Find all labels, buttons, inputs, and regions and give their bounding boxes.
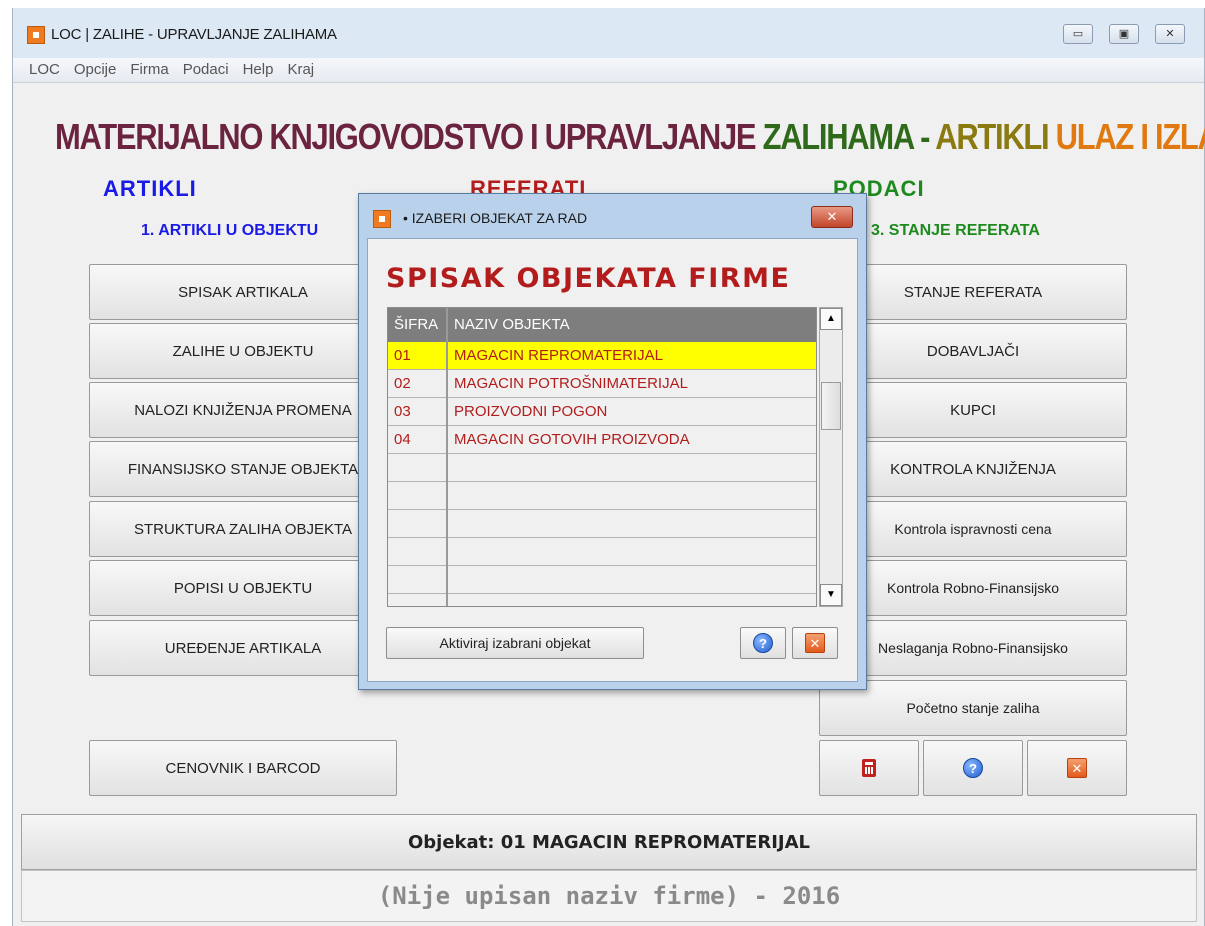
row-name: MAGACIN REPROMATERIJAL — [454, 347, 663, 364]
grid-scrollbar[interactable]: ▲ ▼ — [819, 307, 843, 607]
dialog-app-icon — [373, 210, 391, 228]
close-icon: ✕ — [805, 633, 825, 653]
row-name: MAGACIN GOTOVIH PROIZVODA — [454, 431, 690, 448]
headline-part-3: ULAZ I IZLAZ — [1055, 116, 1205, 157]
dialog-help-button[interactable]: ? — [740, 627, 786, 659]
help-icon: ? — [963, 758, 983, 778]
row-code: 03 — [394, 403, 411, 420]
struktura-zaliha-button[interactable]: STRUKTURA ZALIHA OBJEKTA — [89, 501, 397, 557]
subtitle-stanje-referata: 3. STANJE REFERATA — [871, 222, 1040, 239]
table-row[interactable]: 01 MAGACIN REPROMATERIJAL — [388, 342, 816, 370]
menu-item-kraj[interactable]: Kraj — [287, 58, 314, 82]
headline-part-1a: MATERIJALNO KNJIGOVODSTVO I UPRAVLJANJE — [55, 116, 763, 157]
objects-grid[interactable]: ŠIFRA NAZIV OBJEKTA 01 MAGACIN REPROMATE… — [387, 307, 817, 607]
empty-row[interactable] — [388, 454, 816, 482]
scroll-down-arrow[interactable]: ▼ — [820, 584, 842, 606]
headline-part-2: ARTIKLI — [935, 116, 1056, 157]
menu-item-help[interactable]: Help — [243, 58, 274, 82]
minimize-button[interactable]: ▭ — [1063, 24, 1093, 44]
table-row[interactable]: 03 PROIZVODNI POGON — [388, 398, 816, 426]
scroll-thumb[interactable] — [821, 382, 841, 430]
close-button[interactable]: ✕ — [1155, 24, 1185, 44]
help-icon: ? — [753, 633, 773, 653]
section-artikli-title: ARTIKLI — [103, 176, 197, 201]
maximize-button[interactable]: ▣ — [1109, 24, 1139, 44]
popisi-u-objektu-button[interactable]: POPISI U OBJEKTU — [89, 560, 397, 616]
nalozi-knjizenja-button[interactable]: NALOZI KNJIŽENJA PROMENA — [89, 382, 397, 438]
calculator-icon — [862, 759, 876, 777]
app-icon — [27, 26, 45, 44]
menu-item-firma[interactable]: Firma — [130, 58, 168, 82]
activate-object-button[interactable]: Aktiviraj izabrani objekat — [386, 627, 644, 659]
spisak-artikala-button[interactable]: SPISAK ARTIKALA — [89, 264, 397, 320]
column-header-naziv[interactable]: NAZIV OBJEKTA — [454, 308, 570, 342]
empty-row[interactable] — [388, 482, 816, 510]
table-row[interactable]: 04 MAGACIN GOTOVIH PROIZVODA — [388, 426, 816, 454]
zalihe-u-objektu-button[interactable]: ZALIHE U OBJEKTU — [89, 323, 397, 379]
column-header-sifra[interactable]: ŠIFRA — [394, 308, 438, 342]
column-separator — [446, 308, 448, 606]
menu-item-loc[interactable]: LOC — [29, 58, 60, 82]
menu-item-opcije[interactable]: Opcije — [74, 58, 117, 82]
empty-row[interactable] — [388, 510, 816, 538]
dialog-cancel-button[interactable]: ✕ — [792, 627, 838, 659]
empty-row[interactable] — [388, 566, 816, 594]
table-row[interactable]: 02 MAGACIN POTROŠNIMATERIJAL — [388, 370, 816, 398]
row-code: 04 — [394, 431, 411, 448]
title-bar: LOC | ZALIHE - UPRAVLJANJE ZALIHAMA ▭ ▣ … — [13, 8, 1204, 58]
footer-company: (Nije upisan naziv firme) - 2016 — [21, 870, 1197, 922]
window-title: LOC | ZALIHE - UPRAVLJANJE ZALIHAMA — [51, 26, 337, 43]
row-name: PROIZVODNI POGON — [454, 403, 608, 420]
menu-bar: LOC Opcije Firma Podaci Help Kraj — [13, 58, 1204, 83]
close-icon: ✕ — [1067, 758, 1087, 778]
status-bar: Objekat: 01 MAGACIN REPROMATERIJAL — [21, 814, 1197, 870]
dialog-close-button[interactable]: ✕ — [811, 206, 853, 228]
uredjenje-artikala-button[interactable]: UREĐENJE ARTIKALA — [89, 620, 397, 676]
dialog-heading: SPISAK OBJEKATA FIRME — [386, 263, 791, 294]
select-object-dialog: • IZABERI OBJEKAT ZA RAD ✕ SPISAK OBJEKA… — [358, 193, 867, 690]
scroll-up-arrow[interactable]: ▲ — [820, 308, 842, 330]
subtitle-artikli-u-objektu: 1. ARTIKLI U OBJEKTU — [141, 222, 319, 239]
finansijsko-stanje-button[interactable]: FINANSIJSKO STANJE OBJEKTA — [89, 441, 397, 497]
dialog-title: • IZABERI OBJEKAT ZA RAD — [403, 210, 588, 226]
page-headline: MATERIJALNO KNJIGOVODSTVO I UPRAVLJANJE … — [55, 116, 1205, 158]
menu-item-podaci[interactable]: Podaci — [183, 58, 229, 82]
help-button[interactable]: ? — [923, 740, 1023, 796]
empty-row[interactable] — [388, 538, 816, 566]
row-name: MAGACIN POTROŠNIMATERIJAL — [454, 375, 688, 392]
row-code: 01 — [394, 347, 411, 364]
headline-part-1: MATERIJALNO KNJIGOVODSTVO I UPRAVLJANJE … — [55, 116, 935, 157]
dialog-body: SPISAK OBJEKATA FIRME ŠIFRA NAZIV OBJEKT… — [367, 238, 858, 682]
headline-part-1b: ZALIHAMA - — [762, 116, 936, 157]
row-code: 02 — [394, 375, 411, 392]
cenovnik-barcod-button[interactable]: CENOVNIK I BARCOD — [89, 740, 397, 796]
exit-button[interactable]: ✕ — [1027, 740, 1127, 796]
grid-header: ŠIFRA NAZIV OBJEKTA — [388, 308, 816, 342]
calculator-button[interactable] — [819, 740, 919, 796]
